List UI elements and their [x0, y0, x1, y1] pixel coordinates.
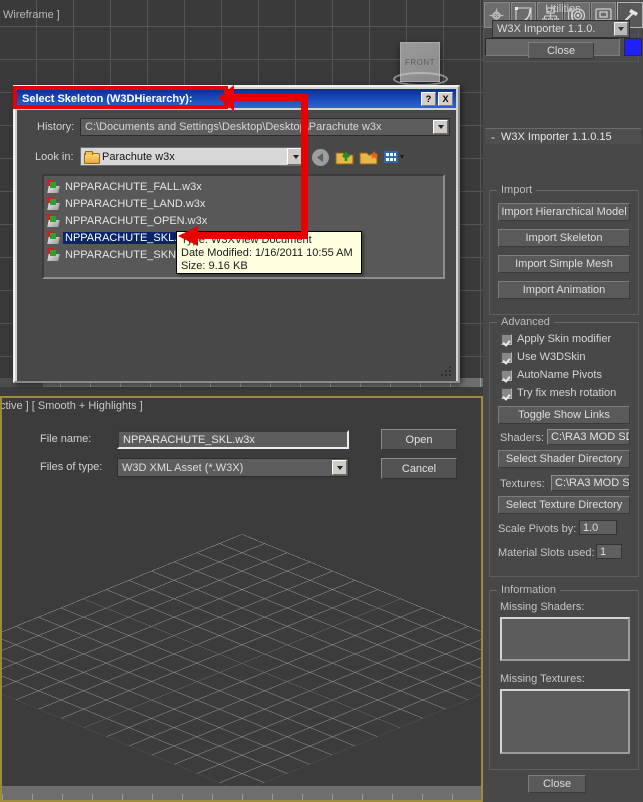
- perspective-bottom-bar: [2, 786, 481, 800]
- lookin-label: Look in:: [35, 151, 74, 163]
- advanced-group: Advanced Apply Skin modifier Use W3DSkin…: [489, 316, 639, 577]
- autoname-pivots-row[interactable]: AutoName Pivots: [501, 369, 602, 381]
- w3x-file-icon: [46, 214, 61, 228]
- w3x-file-icon: [46, 248, 61, 262]
- tooltip-type: Type: W3XView Document: [181, 234, 312, 246]
- filetype-combo[interactable]: W3D XML Asset (*.W3X): [117, 458, 349, 477]
- up-one-level-icon[interactable]: [335, 148, 355, 167]
- missing-shaders-list[interactable]: [500, 617, 630, 661]
- history-combo-value: C:\Documents and Settings\Desktop\Deskto…: [85, 121, 382, 133]
- select-texture-directory-button[interactable]: Select Texture Directory: [498, 496, 630, 514]
- missing-textures-list[interactable]: [500, 689, 630, 754]
- perspective-viewport[interactable]: ctive ] [ Smooth + Highlights ] UP LEFT …: [0, 396, 483, 802]
- dialog-title: Select Skeleton (W3DHierarchy):: [22, 92, 193, 105]
- filename-label: File name:: [40, 433, 92, 445]
- close-icon[interactable]: X: [438, 92, 453, 106]
- filetype-label: Files of type:: [40, 461, 103, 473]
- help-icon[interactable]: ?: [421, 92, 436, 106]
- utilities-close-button[interactable]: Close: [528, 42, 594, 59]
- shaders-label: Shaders:: [500, 432, 545, 444]
- information-group-title: Information: [497, 584, 561, 596]
- perspective-grid: [2, 534, 481, 792]
- dialog-toolbar: [311, 146, 451, 168]
- scale-pivots-label: Scale Pivots by:: [498, 523, 577, 535]
- autoname-pivots-label: AutoName Pivots: [517, 369, 602, 381]
- textures-label: Textures:: [500, 478, 545, 490]
- information-group: Information Missing Shaders: Missing Tex…: [489, 584, 639, 770]
- perspective-bottom-ticks: [2, 794, 481, 800]
- perspective-viewport-label: ctive ] [ Smooth + Highlights ]: [0, 400, 143, 412]
- try-fix-mesh-rotation-label: Try fix mesh rotation: [517, 387, 617, 399]
- front-view-cube-ring: [393, 72, 448, 86]
- textures-path-field[interactable]: C:\RA3 MOD SD: [551, 475, 630, 491]
- import-simple-mesh-button[interactable]: Import Simple Mesh: [498, 255, 630, 273]
- import-group: Import Import Hierarchical Model Import …: [489, 184, 639, 315]
- import-skeleton-button[interactable]: Import Skeleton: [498, 229, 630, 247]
- material-slots-spinner[interactable]: 1: [596, 544, 622, 559]
- checkbox-icon[interactable]: [501, 387, 512, 399]
- new-folder-icon[interactable]: [359, 148, 379, 167]
- rollout-header[interactable]: - W3X Importer 1.1.0.15: [485, 128, 641, 144]
- file-tooltip: Type: W3XView Document Date Modified: 1/…: [176, 231, 362, 274]
- select-shader-directory-button[interactable]: Select Shader Directory: [498, 450, 630, 468]
- list-item-label: NPPARACHUTE_OPEN.w3x: [65, 215, 208, 227]
- list-item[interactable]: NPPARACHUTE_OPEN.w3x: [46, 213, 209, 229]
- command-panel: Utilities W3X Importer 1.1.0. Close - W3…: [483, 0, 643, 802]
- open-button[interactable]: Open: [381, 429, 457, 450]
- advanced-group-title: Advanced: [497, 316, 554, 328]
- panel-close-button[interactable]: Close: [528, 775, 586, 793]
- w3x-file-icon: [46, 180, 61, 194]
- rollout-title: W3X Importer 1.1.0.15: [501, 130, 612, 143]
- list-item[interactable]: NPPARACHUTE_LAND.w3x: [46, 196, 207, 212]
- cancel-button[interactable]: Cancel: [381, 458, 457, 479]
- w3x-file-icon: [46, 231, 61, 245]
- max-application-window: Wireframe ] FRONT ctive ] [ Smooth + Hig…: [0, 0, 643, 802]
- use-w3dskin-row[interactable]: Use W3DSkin: [501, 351, 585, 363]
- import-group-title: Import: [497, 184, 537, 196]
- viewport-gap: [0, 387, 483, 396]
- missing-shaders-label: Missing Shaders:: [500, 601, 585, 613]
- tooltip-size: Size: 9.16 KB: [181, 260, 248, 272]
- filename-input[interactable]: NPPARACHUTE_SKL.w3x: [117, 430, 349, 449]
- apply-skin-modifier-label: Apply Skin modifier: [517, 333, 612, 345]
- top-viewport-label: Wireframe ]: [3, 9, 60, 21]
- material-slots-label: Material Slots used:: [498, 547, 595, 559]
- views-menu-icon[interactable]: [383, 148, 404, 167]
- lookin-combo[interactable]: Parachute w3x: [80, 147, 305, 166]
- missing-textures-label: Missing Textures:: [500, 673, 585, 685]
- chevron-down-icon[interactable]: [332, 460, 347, 475]
- list-item-label: NPPARACHUTE_LAND.w3x: [65, 198, 206, 210]
- checkbox-icon[interactable]: [501, 369, 512, 381]
- list-item-label: NPPARACHUTE_FALL.w3x: [65, 181, 202, 193]
- checkbox-icon[interactable]: [501, 333, 512, 345]
- apply-skin-modifier-row[interactable]: Apply Skin modifier: [501, 333, 611, 345]
- scale-pivots-spinner[interactable]: 1.0: [579, 520, 617, 535]
- use-w3dskin-label: Use W3DSkin: [517, 351, 586, 363]
- shaders-path-field[interactable]: C:\RA3 MOD SD: [547, 429, 630, 445]
- history-combo[interactable]: C:\Documents and Settings\Desktop\Deskto…: [80, 118, 450, 136]
- rollout-collapse-icon[interactable]: -: [485, 130, 501, 144]
- import-hierarchical-model-button[interactable]: Import Hierarchical Model: [498, 203, 630, 221]
- object-color-swatch[interactable]: [624, 38, 642, 56]
- utility-select[interactable]: W3X Importer 1.1.0.: [492, 20, 630, 38]
- w3x-file-icon: [46, 197, 61, 211]
- tooltip-date: Date Modified: 1/16/2011 10:55 AM: [181, 247, 353, 259]
- history-label: History:: [37, 121, 75, 133]
- folder-icon: [84, 151, 100, 164]
- import-animation-button[interactable]: Import Animation: [498, 281, 630, 299]
- try-fix-mesh-rotation-row[interactable]: Try fix mesh rotation: [501, 387, 616, 399]
- dialog-resize-grip[interactable]: [441, 366, 452, 377]
- list-item[interactable]: NPPARACHUTE_FALL.w3x: [46, 179, 204, 195]
- chevron-down-icon[interactable]: [287, 148, 304, 165]
- lookin-combo-value: Parachute w3x: [102, 150, 175, 163]
- dialog-titlebar[interactable]: Select Skeleton (W3DHierarchy): ? X: [17, 89, 456, 108]
- chevron-down-icon[interactable]: [433, 120, 448, 134]
- filetype-combo-value: W3D XML Asset (*.W3X): [122, 461, 244, 474]
- toggle-show-links-button[interactable]: Toggle Show Links: [498, 406, 630, 424]
- chevron-down-icon[interactable]: [614, 22, 628, 36]
- checkbox-icon[interactable]: [501, 351, 512, 363]
- utility-select-value: W3X Importer 1.1.0.: [497, 23, 596, 35]
- back-arrow-icon[interactable]: [311, 148, 331, 167]
- utilities-title: Utilities: [545, 3, 581, 15]
